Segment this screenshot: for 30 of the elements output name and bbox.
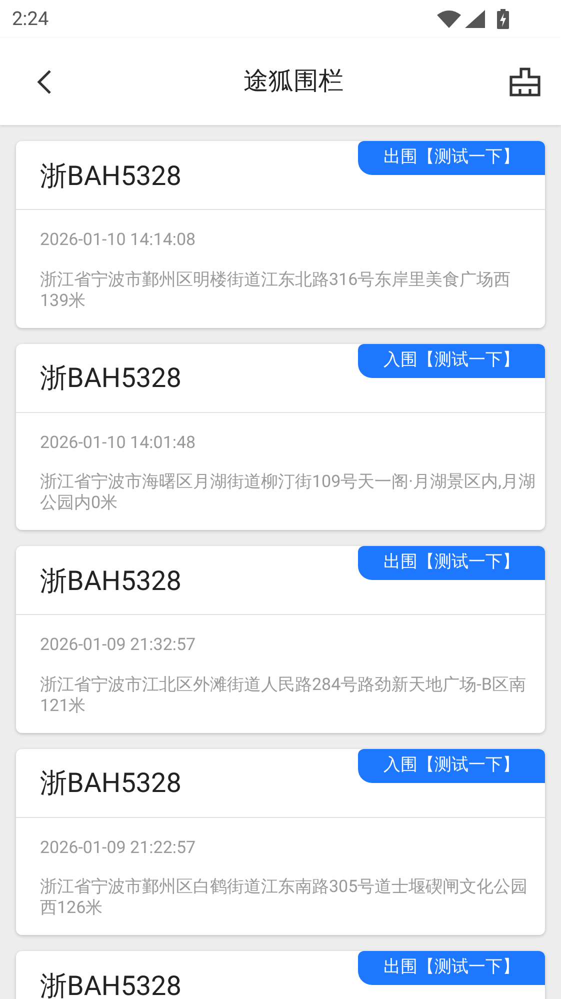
plate-number: 浙BAH5328 bbox=[40, 158, 182, 194]
record-card[interactable]: 浙BAH5328 入围【测试一下】 2026-01-10 14:01:48 浙江省宁波市海曙区月湖街道柳汀街109号天一阁·月湖景区内,月湖公园内0米 bbox=[16, 344, 545, 530]
event-tag: 入围【测试一下】 bbox=[358, 748, 545, 782]
address-text: 浙江省宁波市海曙区月湖街道柳汀街109号天一阁·月湖景区内,月湖公园内0米 bbox=[40, 472, 536, 514]
event-time: 2026-01-10 14:01:48 bbox=[40, 432, 197, 454]
event-time: 2026-01-09 21:32:57 bbox=[40, 634, 197, 657]
event-tag: 出围【测试一下】 bbox=[358, 546, 545, 580]
plate-number: 浙BAH5328 bbox=[40, 766, 182, 802]
address-text: 浙江省宁波市鄞州区白鹤街道江东南路305号道士堰碶闸文化公园西126米 bbox=[40, 877, 529, 919]
record-card[interactable]: 浙BAH5328 出围【测试一下】 2026-01-09 21:32:57 浙江省宁波市江北区外滩街道人民路284号路劲新天地广场-B区南121米 bbox=[16, 546, 545, 732]
signal-icon bbox=[465, 10, 485, 28]
event-tag: 出围【测试一下】 bbox=[358, 141, 545, 175]
page-title: 途狐围栏 bbox=[244, 66, 344, 98]
event-time: 2026-01-09 21:22:57 bbox=[40, 836, 197, 860]
address-text: 浙江省宁波市江北区外滩街道人民路284号路劲新天地广场-B区南121米 bbox=[40, 674, 527, 716]
event-tag: 出围【测试一下】 bbox=[358, 951, 545, 985]
record-card[interactable]: 浙BAH5328 出围【测试一下】 bbox=[16, 951, 545, 999]
plate-number: 浙BAH5328 bbox=[40, 361, 182, 396]
back-icon[interactable] bbox=[36, 68, 52, 94]
address-text: 浙江省宁波市鄞州区明楼街道江东北路316号东岸里美食广场西139米 bbox=[40, 270, 512, 312]
record-card[interactable]: 浙BAH5328 出围【测试一下】 2026-01-10 14:14:08 浙江省宁波市鄞州区明楼街道江东北路316号东岸里美食广场西139米 bbox=[16, 141, 545, 328]
wifi-icon bbox=[437, 10, 461, 28]
broom-icon[interactable] bbox=[509, 66, 541, 96]
record-card[interactable]: 浙BAH5328 入围【测试一下】 2026-01-09 21:22:57 浙江省宁波市鄞州区白鹤街道江东南路305号道士堰碶闸文化公园西126米 bbox=[16, 748, 545, 935]
event-tag: 入围【测试一下】 bbox=[358, 344, 545, 378]
battery-icon bbox=[497, 9, 509, 29]
plate-number: 浙BAH5328 bbox=[40, 968, 182, 999]
event-time: 2026-01-10 14:14:08 bbox=[40, 229, 197, 252]
plate-number: 浙BAH5328 bbox=[40, 564, 182, 599]
status-time: 2:24 bbox=[12, 6, 49, 32]
